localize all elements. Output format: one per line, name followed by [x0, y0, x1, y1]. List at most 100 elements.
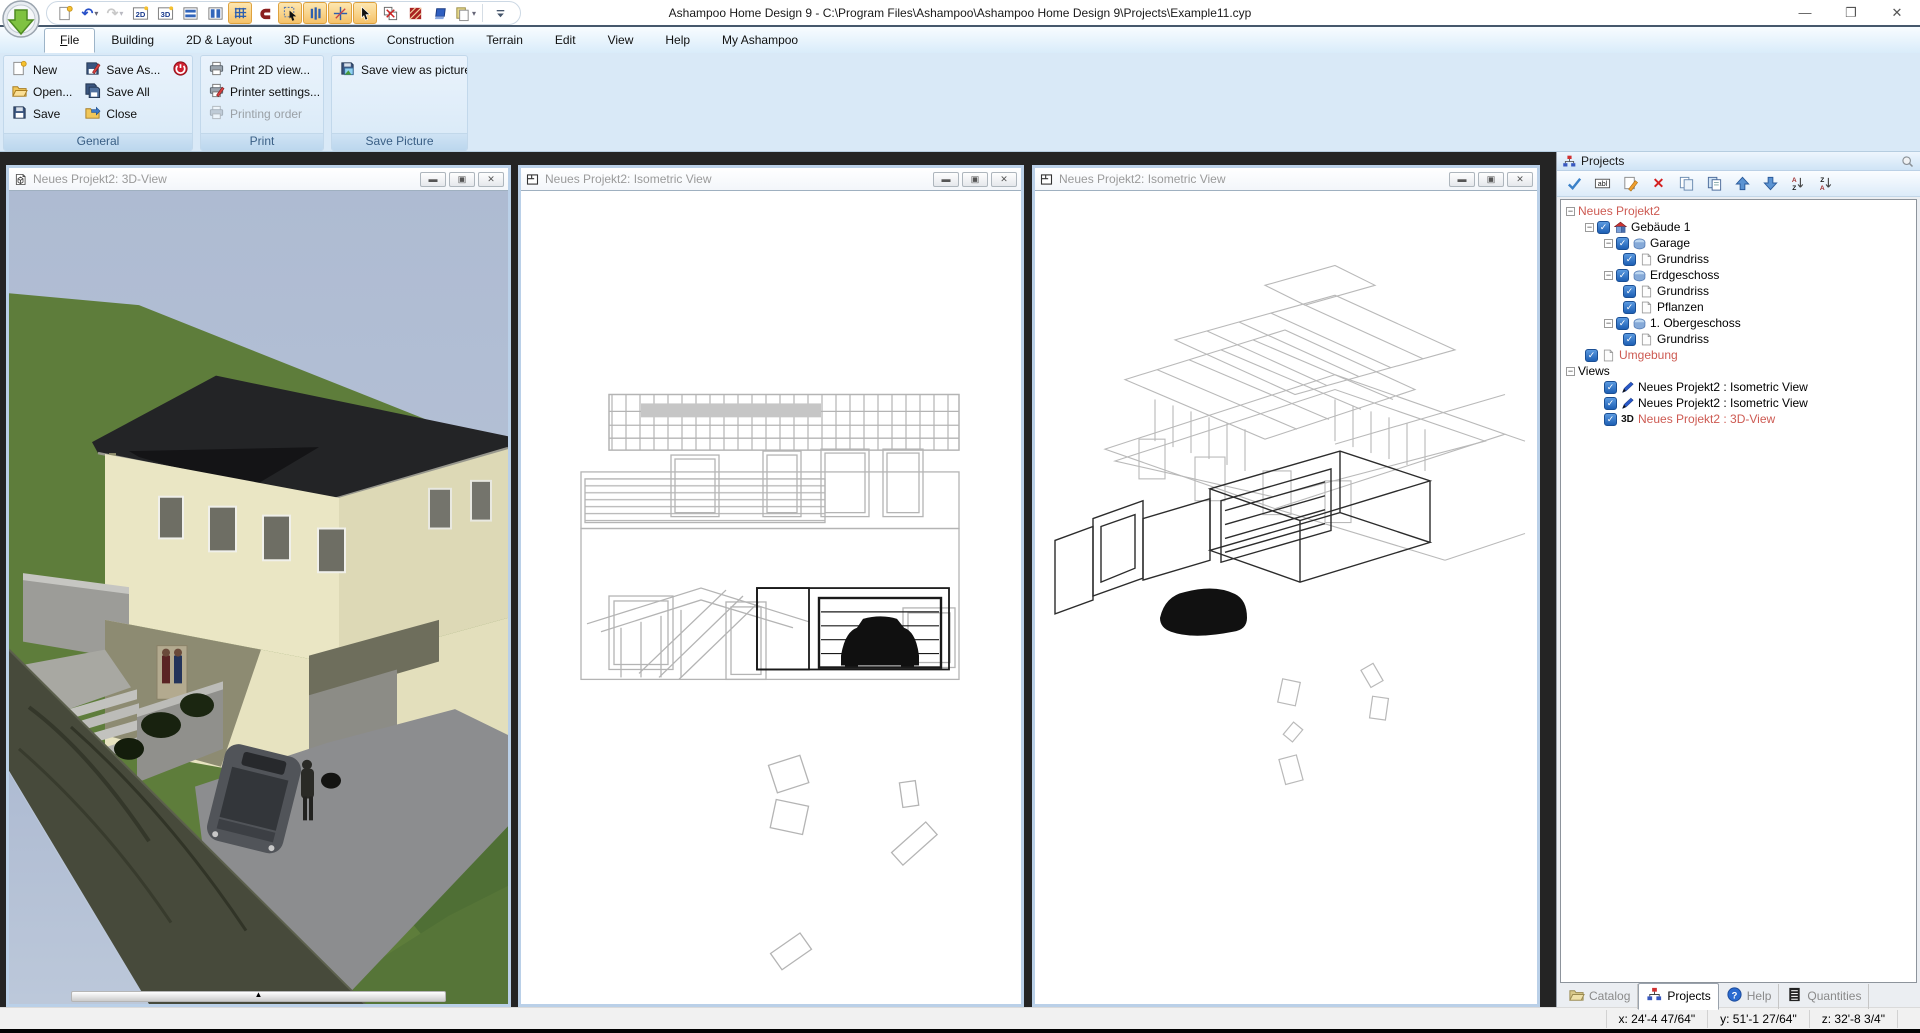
- tree-item-garage[interactable]: −✓Garage: [1561, 235, 1916, 251]
- tree-expander-icon[interactable]: −: [1604, 271, 1613, 280]
- tree-item-neues-projekt2-3d-view[interactable]: ✓3DNeues Projekt2 : 3D-View: [1561, 411, 1916, 427]
- sort-descending-icon[interactable]: ZA: [1816, 173, 1837, 194]
- tree-item-neues-projekt2[interactable]: −Neues Projekt2: [1561, 203, 1916, 219]
- child-window-3d-view[interactable]: Neues Projekt2: 3D-View ▬ ▣ ✕: [6, 165, 511, 1007]
- child-window-title-bar[interactable]: Neues Projekt2: 3D-View ▬ ▣ ✕: [9, 168, 508, 190]
- child-restore-button[interactable]: ▣: [449, 172, 475, 187]
- sort-ascending-icon[interactable]: AZ: [1788, 173, 1809, 194]
- projects-panel-header[interactable]: Projects: [1557, 152, 1920, 171]
- tree-checkbox[interactable]: ✓: [1623, 253, 1636, 266]
- child-close-button[interactable]: ✕: [478, 172, 504, 187]
- tree-item-umgebung[interactable]: ✓Umgebung: [1561, 347, 1916, 363]
- delete-icon[interactable]: ✕: [1648, 173, 1669, 194]
- svg-text:abl: abl: [1598, 180, 1608, 188]
- tree-checkbox[interactable]: ✓: [1604, 397, 1617, 410]
- close-button[interactable]: ✕: [1874, 0, 1920, 25]
- edit-properties-icon[interactable]: [1620, 173, 1641, 194]
- child-close-button[interactable]: ✕: [991, 172, 1017, 187]
- view-3d-icon: 3D: [1620, 412, 1635, 426]
- new-button[interactable]: New: [9, 60, 74, 80]
- tab-terrain[interactable]: Terrain: [470, 28, 539, 53]
- 3d-view-viewport[interactable]: [9, 190, 508, 1004]
- isometric-wireframe-viewport[interactable]: [1035, 190, 1537, 1004]
- tree-checkbox[interactable]: ✓: [1623, 301, 1636, 314]
- tree-checkbox[interactable]: ✓: [1623, 285, 1636, 298]
- child-window-title-bar[interactable]: Neues Projekt2: Isometric View ▬ ▣ ✕: [1035, 168, 1537, 190]
- panel-tab-quantities[interactable]: Quantities: [1779, 984, 1869, 1009]
- restore-button[interactable]: ❐: [1828, 0, 1874, 25]
- duplicate-icon[interactable]: [1704, 173, 1725, 194]
- tab-help[interactable]: Help: [649, 28, 706, 53]
- tab-edit[interactable]: Edit: [539, 28, 592, 53]
- tree-checkbox[interactable]: ✓: [1616, 317, 1629, 330]
- app-logo-icon[interactable]: [2, 0, 42, 40]
- child-window-isometric-view-1[interactable]: Neues Projekt2: Isometric View ▬ ▣ ✕: [518, 165, 1024, 1007]
- tree-checkbox[interactable]: ✓: [1597, 221, 1610, 234]
- svg-text:?: ?: [1731, 990, 1737, 1001]
- tree-expander-icon[interactable]: −: [1585, 223, 1594, 232]
- 3d-view-scrollbar[interactable]: [71, 991, 446, 1002]
- apply-icon[interactable]: [1564, 173, 1585, 194]
- tab-3d-functions[interactable]: 3D Functions: [268, 28, 371, 53]
- tree-item-geb-ude-1[interactable]: −✓Gebäude 1: [1561, 219, 1916, 235]
- tree-checkbox[interactable]: ✓: [1604, 413, 1617, 426]
- move-down-icon[interactable]: [1760, 173, 1781, 194]
- tab-file[interactable]: File: [44, 28, 95, 53]
- panel-tab-projects[interactable]: Projects: [1638, 983, 1718, 1010]
- tree-expander-icon[interactable]: −: [1566, 207, 1575, 216]
- tree-item-erdgeschoss[interactable]: −✓Erdgeschoss: [1561, 267, 1916, 283]
- panel-tab-catalog[interactable]: Catalog: [1561, 984, 1638, 1009]
- tree-checkbox[interactable]: ✓: [1616, 269, 1629, 282]
- minimize-button[interactable]: —: [1782, 0, 1828, 25]
- tab-my-ashampoo[interactable]: My Ashampoo: [706, 28, 814, 53]
- wireframe-canvas: [1035, 191, 1537, 1004]
- tree-expander-icon[interactable]: −: [1566, 367, 1575, 376]
- tree-checkbox[interactable]: ✓: [1616, 237, 1629, 250]
- tree-item-grundriss[interactable]: ✓Grundriss: [1561, 283, 1916, 299]
- mdi-workspace: Neues Projekt2: 3D-View ▬ ▣ ✕: [0, 152, 1556, 1007]
- move-up-icon[interactable]: [1732, 173, 1753, 194]
- child-close-button[interactable]: ✕: [1507, 172, 1533, 187]
- tab-construction[interactable]: Construction: [371, 28, 470, 53]
- exit-button[interactable]: Exit: [170, 60, 193, 80]
- child-minimize-button[interactable]: ▬: [933, 172, 959, 187]
- tree-item-pflanzen[interactable]: ✓Pflanzen: [1561, 299, 1916, 315]
- tree-checkbox[interactable]: ✓: [1604, 381, 1617, 394]
- child-minimize-button[interactable]: ▬: [1449, 172, 1475, 187]
- tab-view[interactable]: View: [592, 28, 650, 53]
- save-all-button[interactable]: Save All: [82, 82, 162, 102]
- tree-checkbox[interactable]: ✓: [1623, 333, 1636, 346]
- tab-2d-layout[interactable]: 2D & Layout: [170, 28, 268, 53]
- close-button[interactable]: Close: [82, 104, 162, 124]
- tree-item-neues-projekt2-isometric-view[interactable]: ✓Neues Projekt2 : Isometric View: [1561, 379, 1916, 395]
- tree-expander-icon[interactable]: −: [1604, 239, 1613, 248]
- child-window-title: Neues Projekt2: 3D-View: [33, 172, 167, 186]
- save-as-button[interactable]: Save As...: [82, 60, 162, 80]
- tree-checkbox[interactable]: ✓: [1585, 349, 1598, 362]
- tree-item-neues-projekt2-isometric-view[interactable]: ✓Neues Projekt2 : Isometric View: [1561, 395, 1916, 411]
- tree-item-views[interactable]: −Views: [1561, 363, 1916, 379]
- panel-tab-help[interactable]: ?Help: [1719, 984, 1780, 1009]
- isometric-view-viewport[interactable]: [521, 190, 1021, 1004]
- tree-item-1-obergeschoss[interactable]: −✓1. Obergeschoss: [1561, 315, 1916, 331]
- child-restore-button[interactable]: ▣: [962, 172, 988, 187]
- save-button[interactable]: Save: [9, 104, 74, 124]
- app-title-bar: ↶▾↷▾2D3D▾ Ashampoo Home Design 9 - C:\Pr…: [0, 0, 1920, 27]
- child-window-title-bar[interactable]: Neues Projekt2: Isometric View ▬ ▣ ✕: [521, 168, 1021, 190]
- print-2d-view-button[interactable]: Print 2D view...: [206, 60, 322, 80]
- tree-item-grundriss[interactable]: ✓Grundriss: [1561, 331, 1916, 347]
- child-restore-button[interactable]: ▣: [1478, 172, 1504, 187]
- tree-expander-icon[interactable]: −: [1604, 319, 1613, 328]
- printer-settings-button[interactable]: Printer settings...: [206, 82, 322, 102]
- child-minimize-button[interactable]: ▬: [420, 172, 446, 187]
- exit-icon: [172, 60, 189, 80]
- ribbon-group-save-picture: Save view as pictureSave Picture: [331, 55, 468, 151]
- magnifier-icon[interactable]: [1900, 154, 1915, 168]
- tab-building[interactable]: Building: [95, 28, 170, 53]
- open-button[interactable]: Open...: [9, 82, 74, 102]
- copy-icon[interactable]: [1676, 173, 1697, 194]
- save-view-as-picture-button[interactable]: Save view as picture: [337, 60, 468, 80]
- child-window-isometric-view-2[interactable]: Neues Projekt2: Isometric View ▬ ▣ ✕: [1032, 165, 1540, 1007]
- tree-item-grundriss[interactable]: ✓Grundriss: [1561, 251, 1916, 267]
- rename-icon[interactable]: abl: [1592, 173, 1613, 194]
